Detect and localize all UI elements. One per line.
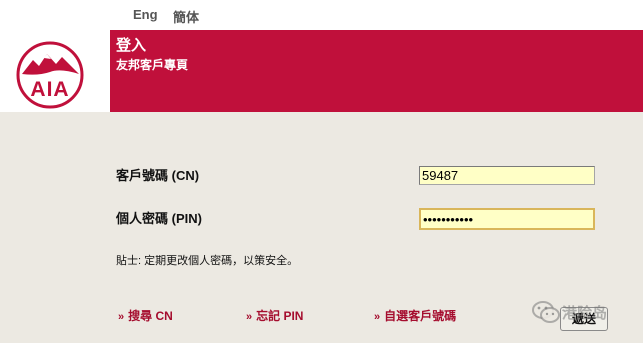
svg-text:AIA: AIA — [30, 78, 69, 101]
customer-number-input[interactable] — [419, 166, 595, 185]
pin-label: 個人密碼 (PIN) — [116, 211, 202, 226]
language-english-link[interactable]: Eng — [133, 7, 158, 22]
forgot-pin-label: 忘記 PIN — [256, 309, 304, 323]
choose-cn-link[interactable]: » 自選客戶號碼 — [374, 307, 456, 324]
pin-input[interactable] — [419, 208, 595, 230]
forgot-pin-link[interactable]: » 忘記 PIN — [246, 307, 303, 324]
top-bar: Eng 簡体 — [0, 0, 643, 30]
choose-cn-label: 自選客戶號碼 — [384, 309, 457, 323]
header-banner: 登入 友邦客戶專頁 — [110, 30, 643, 112]
aia-logo-icon: AIA — [16, 41, 84, 109]
aia-logo: AIA — [0, 30, 110, 112]
arrow-icon: » — [246, 311, 253, 323]
arrow-icon: » — [118, 311, 125, 323]
arrow-icon: » — [374, 311, 381, 323]
customer-number-label: 客戶號碼 (CN) — [116, 168, 200, 183]
page-title: 登入 — [116, 37, 147, 54]
wechat-icon — [532, 301, 560, 323]
search-cn-link[interactable]: » 搜尋 CN — [118, 307, 173, 324]
security-tip: 貼士: 定期更改個人密碼，以策安全。 — [116, 255, 299, 267]
language-simplified-link[interactable]: 簡体 — [173, 7, 199, 26]
search-cn-label: 搜尋 CN — [128, 309, 173, 323]
page-subtitle: 友邦客戶專頁 — [116, 58, 189, 72]
watermark-text: 港险岛 — [562, 305, 608, 322]
